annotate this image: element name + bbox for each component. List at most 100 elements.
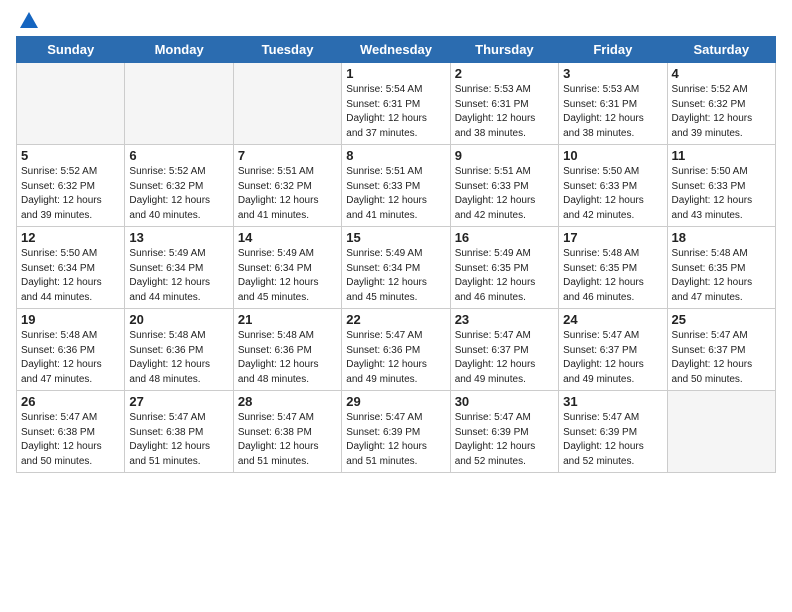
day-number: 29 [346, 394, 445, 409]
header [16, 10, 776, 32]
day-number: 2 [455, 66, 554, 81]
calendar-cell: 17 Sunrise: 5:48 AMSunset: 6:35 PMDayligh… [559, 227, 667, 309]
calendar-cell [17, 63, 125, 145]
day-info: Sunrise: 5:47 AMSunset: 6:39 PMDaylight:… [346, 411, 445, 469]
day-info: Sunrise: 5:53 AMSunset: 6:31 PMDaylight:… [563, 83, 662, 141]
weekday-header-cell: Thursday [450, 37, 558, 63]
calendar-week-row: 5 Sunrise: 5:52 AMSunset: 6:32 PMDaylight… [17, 145, 776, 227]
day-number: 9 [455, 148, 554, 163]
day-info: Sunrise: 5:48 AMSunset: 6:35 PMDaylight:… [563, 247, 662, 305]
day-number: 24 [563, 312, 662, 327]
weekday-header-cell: Monday [125, 37, 233, 63]
day-info: Sunrise: 5:54 AMSunset: 6:31 PMDaylight:… [346, 83, 445, 141]
calendar-table: SundayMondayTuesdayWednesdayThursdayFrid… [16, 36, 776, 473]
day-number: 11 [672, 148, 771, 163]
day-number: 27 [129, 394, 228, 409]
calendar-cell: 23 Sunrise: 5:47 AMSunset: 6:37 PMDayligh… [450, 309, 558, 391]
day-info: Sunrise: 5:48 AMSunset: 6:36 PMDaylight:… [21, 329, 120, 387]
calendar-cell: 9 Sunrise: 5:51 AMSunset: 6:33 PMDaylight… [450, 145, 558, 227]
day-info: Sunrise: 5:52 AMSunset: 6:32 PMDaylight:… [21, 165, 120, 223]
day-info: Sunrise: 5:47 AMSunset: 6:37 PMDaylight:… [672, 329, 771, 387]
calendar-cell: 18Sunrise: 5:48 AMSunset: 6:35 PMDayligh… [667, 227, 775, 309]
day-number: 3 [563, 66, 662, 81]
calendar-cell: 27Sunrise: 5:47 AMSunset: 6:38 PMDayligh… [125, 391, 233, 473]
day-info: Sunrise: 5:47 AMSunset: 6:36 PMDaylight:… [346, 329, 445, 387]
day-info: Sunrise: 5:53 AMSunset: 6:31 PMDaylight:… [455, 83, 554, 141]
day-number: 16 [455, 230, 554, 245]
calendar-cell: 1Sunrise: 5:54 AMSunset: 6:31 PMDaylight… [342, 63, 450, 145]
day-number: 8 [346, 148, 445, 163]
day-number: 15 [346, 230, 445, 245]
day-info: Sunrise: 5:50 AMSunset: 6:33 PMDaylight:… [563, 165, 662, 223]
calendar-cell: 11 Sunrise: 5:50 AMSunset: 6:33 PMDayligh… [667, 145, 775, 227]
day-info: Sunrise: 5:49 AMSunset: 6:34 PMDaylight:… [238, 247, 337, 305]
day-info: Sunrise: 5:48 AMSunset: 6:36 PMDaylight:… [129, 329, 228, 387]
calendar-cell: 26Sunrise: 5:47 AMSunset: 6:38 PMDayligh… [17, 391, 125, 473]
calendar-cell [233, 63, 341, 145]
day-number: 14 [238, 230, 337, 245]
day-number: 5 [21, 148, 120, 163]
calendar-cell: 28 Sunrise: 5:47 AMSunset: 6:38 PMDayligh… [233, 391, 341, 473]
day-info: Sunrise: 5:47 AMSunset: 6:37 PMDaylight:… [455, 329, 554, 387]
calendar-cell: 30 Sunrise: 5:47 AMSunset: 6:39 PMDayligh… [450, 391, 558, 473]
day-info: Sunrise: 5:51 AMSunset: 6:32 PMDaylight:… [238, 165, 337, 223]
day-info: Sunrise: 5:48 AMSunset: 6:35 PMDaylight:… [672, 247, 771, 305]
day-info: Sunrise: 5:47 AMSunset: 6:38 PMDaylight:… [238, 411, 337, 469]
calendar-cell: 31 Sunrise: 5:47 AMSunset: 6:39 PMDayligh… [559, 391, 667, 473]
day-info: Sunrise: 5:52 AMSunset: 6:32 PMDaylight:… [672, 83, 771, 141]
day-info: Sunrise: 5:51 AMSunset: 6:33 PMDaylight:… [346, 165, 445, 223]
calendar-cell: 3 Sunrise: 5:53 AMSunset: 6:31 PMDaylight… [559, 63, 667, 145]
calendar-cell [667, 391, 775, 473]
weekday-header-cell: Saturday [667, 37, 775, 63]
day-number: 17 [563, 230, 662, 245]
calendar-week-row: 19 Sunrise: 5:48 AMSunset: 6:36 PMDayligh… [17, 309, 776, 391]
day-number: 12 [21, 230, 120, 245]
calendar-cell: 16 Sunrise: 5:49 AMSunset: 6:35 PMDayligh… [450, 227, 558, 309]
day-number: 25 [672, 312, 771, 327]
day-number: 22 [346, 312, 445, 327]
calendar-cell: 29 Sunrise: 5:47 AMSunset: 6:39 PMDayligh… [342, 391, 450, 473]
calendar-cell: 2 Sunrise: 5:53 AMSunset: 6:31 PMDaylight… [450, 63, 558, 145]
calendar-cell: 14 Sunrise: 5:49 AMSunset: 6:34 PMDayligh… [233, 227, 341, 309]
calendar-cell: 13 Sunrise: 5:49 AMSunset: 6:34 PMDayligh… [125, 227, 233, 309]
day-info: Sunrise: 5:52 AMSunset: 6:32 PMDaylight:… [129, 165, 228, 223]
day-number: 23 [455, 312, 554, 327]
day-number: 13 [129, 230, 228, 245]
logo [16, 10, 40, 32]
day-info: Sunrise: 5:47 AMSunset: 6:39 PMDaylight:… [563, 411, 662, 469]
day-number: 31 [563, 394, 662, 409]
calendar-cell: 12 Sunrise: 5:50 AMSunset: 6:34 PMDayligh… [17, 227, 125, 309]
calendar-cell: 22 Sunrise: 5:47 AMSunset: 6:36 PMDayligh… [342, 309, 450, 391]
day-info: Sunrise: 5:47 AMSunset: 6:39 PMDaylight:… [455, 411, 554, 469]
calendar-week-row: 12 Sunrise: 5:50 AMSunset: 6:34 PMDayligh… [17, 227, 776, 309]
day-number: 30 [455, 394, 554, 409]
day-info: Sunrise: 5:50 AMSunset: 6:34 PMDaylight:… [21, 247, 120, 305]
day-number: 28 [238, 394, 337, 409]
logo-icon [18, 10, 40, 32]
day-info: Sunrise: 5:49 AMSunset: 6:35 PMDaylight:… [455, 247, 554, 305]
day-number: 10 [563, 148, 662, 163]
day-number: 7 [238, 148, 337, 163]
day-number: 6 [129, 148, 228, 163]
weekday-header-cell: Friday [559, 37, 667, 63]
calendar-cell: 25 Sunrise: 5:47 AMSunset: 6:37 PMDayligh… [667, 309, 775, 391]
day-number: 19 [21, 312, 120, 327]
day-number: 20 [129, 312, 228, 327]
calendar-cell: 20 Sunrise: 5:48 AMSunset: 6:36 PMDayligh… [125, 309, 233, 391]
calendar-cell: 19 Sunrise: 5:48 AMSunset: 6:36 PMDayligh… [17, 309, 125, 391]
day-number: 21 [238, 312, 337, 327]
calendar-cell: 10 Sunrise: 5:50 AMSunset: 6:33 PMDayligh… [559, 145, 667, 227]
day-info: Sunrise: 5:50 AMSunset: 6:33 PMDaylight:… [672, 165, 771, 223]
day-info: Sunrise: 5:49 AMSunset: 6:34 PMDaylight:… [346, 247, 445, 305]
day-info: Sunrise: 5:47 AMSunset: 6:37 PMDaylight:… [563, 329, 662, 387]
calendar-cell: 24 Sunrise: 5:47 AMSunset: 6:37 PMDayligh… [559, 309, 667, 391]
calendar-cell: 7 Sunrise: 5:51 AMSunset: 6:32 PMDaylight… [233, 145, 341, 227]
page: SundayMondayTuesdayWednesdayThursdayFrid… [0, 0, 792, 483]
calendar-week-row: 1Sunrise: 5:54 AMSunset: 6:31 PMDaylight… [17, 63, 776, 145]
weekday-header-cell: Tuesday [233, 37, 341, 63]
day-info: Sunrise: 5:51 AMSunset: 6:33 PMDaylight:… [455, 165, 554, 223]
calendar-body: 1Sunrise: 5:54 AMSunset: 6:31 PMDaylight… [17, 63, 776, 473]
weekday-header-cell: Sunday [17, 37, 125, 63]
day-info: Sunrise: 5:49 AMSunset: 6:34 PMDaylight:… [129, 247, 228, 305]
calendar-week-row: 26Sunrise: 5:47 AMSunset: 6:38 PMDayligh… [17, 391, 776, 473]
